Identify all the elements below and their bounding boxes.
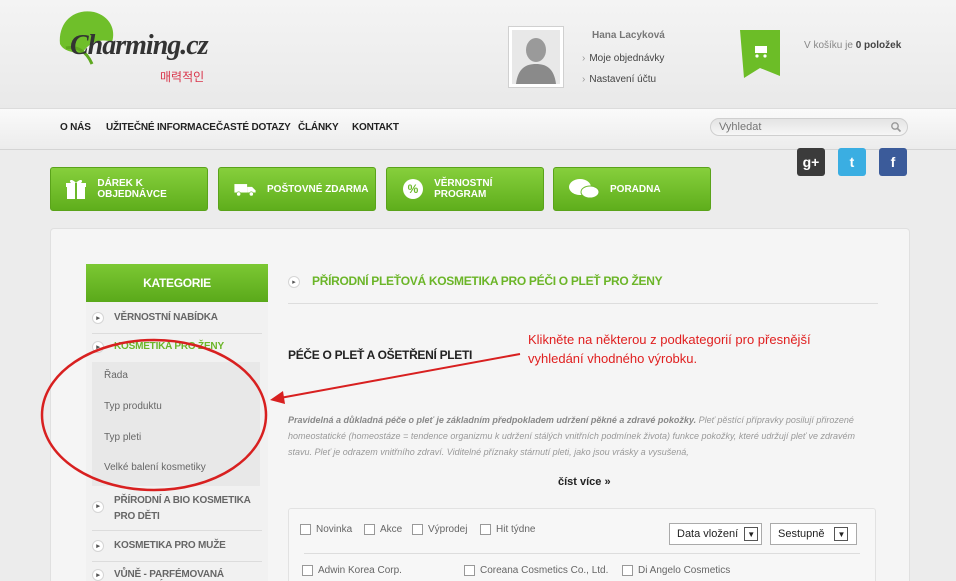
annotation-overlay (40, 338, 521, 492)
annotation-text: Klikněte na některou z podkategorií pro … (528, 332, 811, 366)
annotation-circle (40, 338, 268, 492)
arrow-head-icon (270, 391, 285, 404)
annotation-arrow (279, 353, 521, 399)
